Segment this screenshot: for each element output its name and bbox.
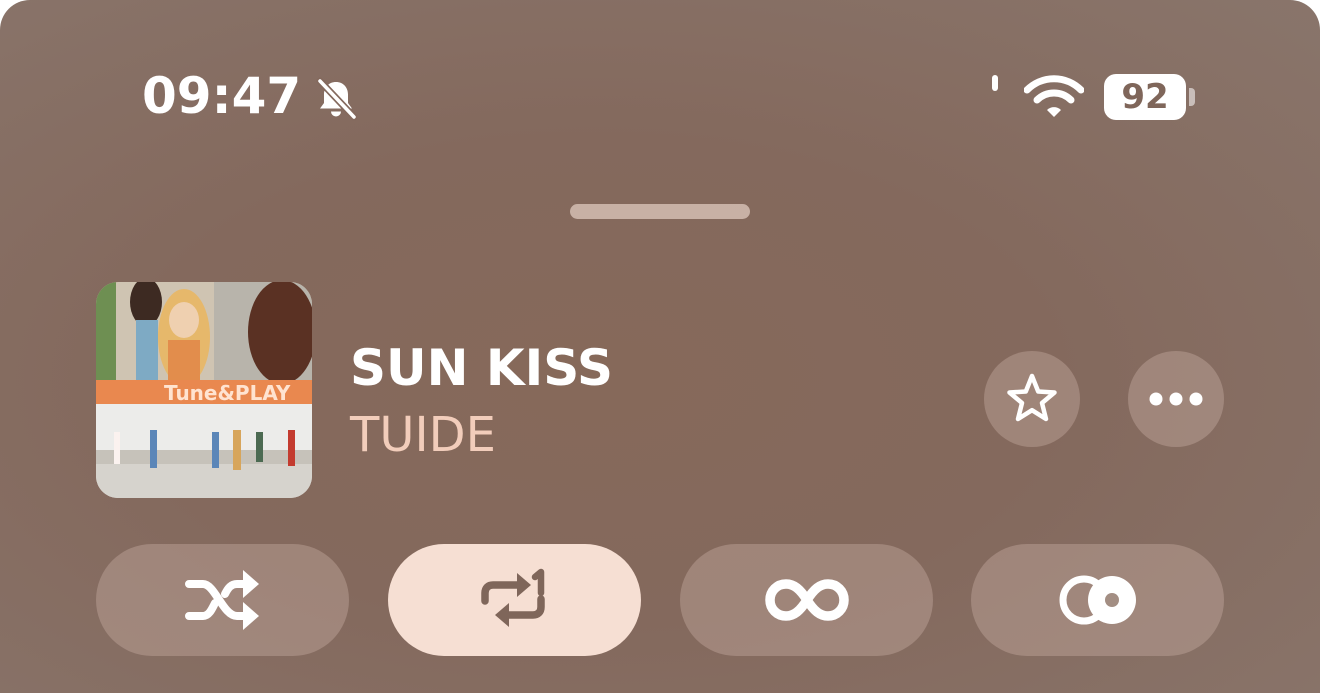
bell-slash-icon (316, 77, 358, 121)
shuffle-button[interactable] (96, 544, 349, 656)
wifi-icon (1024, 75, 1084, 117)
infinity-icon (764, 579, 849, 621)
battery-cap (1189, 88, 1195, 106)
song-title: SUN KISS (350, 339, 613, 397)
autoplay-button[interactable] (680, 544, 933, 656)
battery-indicator: 92 (1104, 74, 1186, 120)
now-playing-sheet: 09:47 92 Tune&PLAY SUN KISS TUIDE (0, 0, 1320, 693)
crossfade-button[interactable] (971, 544, 1224, 656)
shuffle-icon (184, 570, 259, 630)
star-outline-icon (1007, 373, 1057, 422)
favorite-button[interactable] (984, 351, 1080, 447)
repeat-one-icon (480, 568, 545, 627)
album-artwork[interactable]: Tune&PLAY (96, 282, 312, 498)
album-artwork-image: Tune&PLAY (96, 282, 312, 498)
crossfade-icon (1059, 575, 1136, 625)
sheet-grabber[interactable] (570, 204, 750, 219)
repeat-one-button[interactable] (388, 544, 641, 656)
privacy-indicator-icon (992, 75, 998, 91)
more-options-button[interactable] (1128, 351, 1224, 447)
artist-name[interactable]: TUIDE (350, 405, 496, 465)
ellipsis-icon (1149, 392, 1203, 406)
artwork-logo-text: Tune&PLAY (164, 381, 291, 405)
status-time: 09:47 (142, 67, 302, 125)
